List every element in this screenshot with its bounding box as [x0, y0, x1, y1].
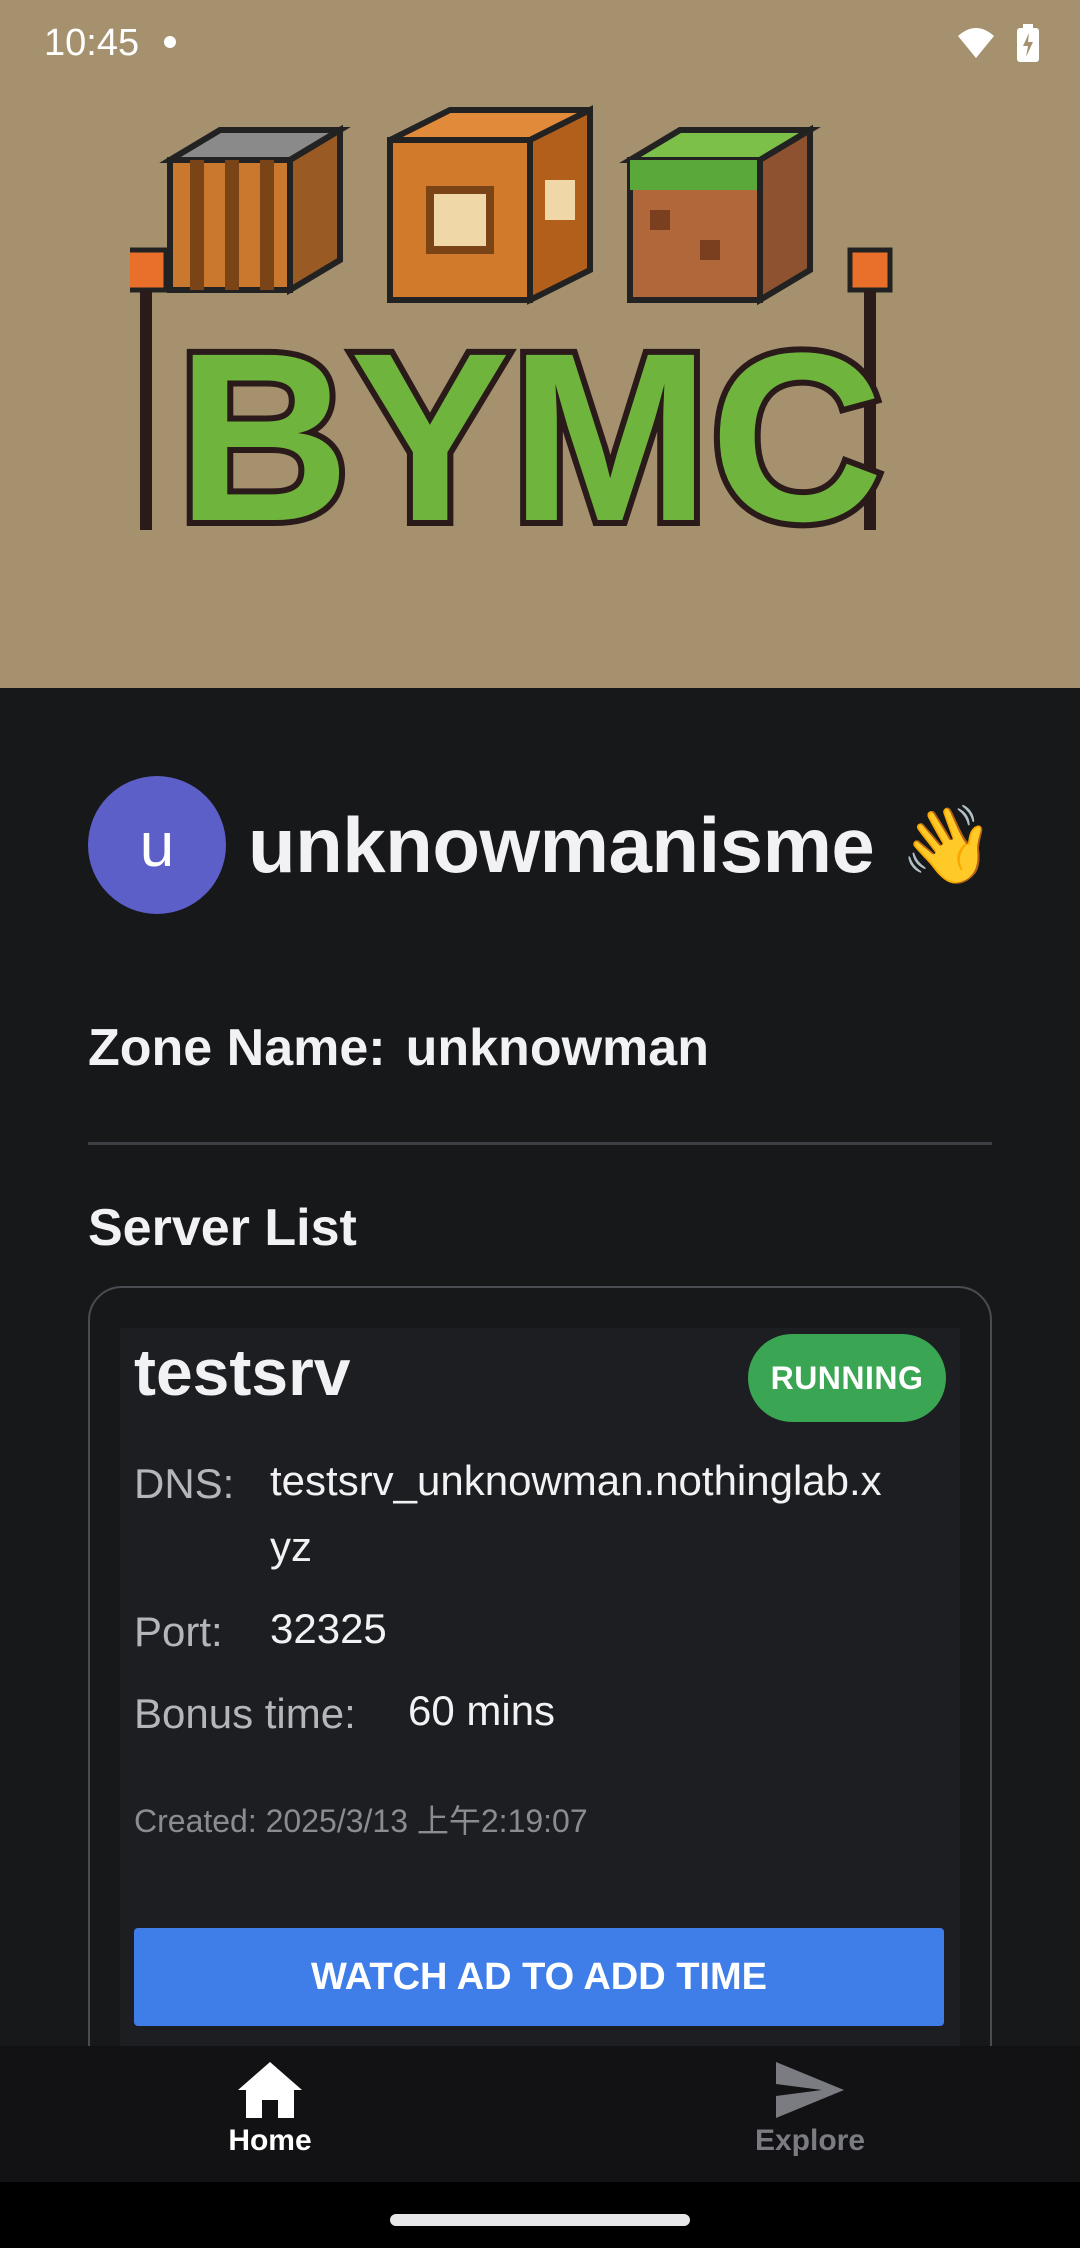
send-icon [776, 2062, 844, 2118]
zone-label: Zone Name: [88, 1019, 386, 1077]
bottom-nav: Home Explore [0, 2046, 1080, 2182]
port-value: 32325 [270, 1605, 387, 1652]
port-label: Port: [134, 1608, 223, 1655]
zone-value: unknowman [405, 1019, 709, 1077]
wood-block-icon [387, 105, 593, 305]
user-header: u unknowmanisme 👋 [88, 776, 995, 914]
server-card: testsrv RUNNING DNS: testsrv_unknowman.n… [88, 1286, 992, 2046]
status-icons [956, 24, 1040, 62]
watch-ad-button[interactable]: WATCH AD TO ADD TIME [134, 1928, 944, 2026]
status-badge: RUNNING [748, 1334, 946, 1422]
status-bar: 10:45 [0, 0, 1080, 86]
username: unknowmanisme [248, 800, 875, 889]
grass-block-icon [619, 124, 821, 306]
zone-name: Zone Name: unknowman [88, 1018, 709, 1078]
notification-dot-icon [164, 36, 176, 48]
created-timestamp: Created: 2025/3/13 上午2:19:07 [134, 1803, 588, 1839]
server-item: testsrv RUNNING DNS: testsrv_unknowman.n… [120, 1328, 960, 2046]
dns-value-line2: yz [270, 1523, 312, 1570]
crate-block-icon [159, 124, 351, 296]
dns-label: DNS: [134, 1460, 235, 1507]
bymc-logo: BYMC [130, 105, 893, 577]
avatar[interactable]: u [88, 776, 226, 914]
nav-label-explore: Explore [754, 2124, 866, 2157]
bonus-time-label: Bonus time: [134, 1690, 356, 1737]
gesture-area [0, 2182, 1080, 2248]
bonus-time-value: 60 mins [408, 1687, 556, 1734]
nav-item-explore[interactable]: Explore [690, 2060, 930, 2172]
wave-emoji-icon: 👋 [900, 803, 995, 888]
dns-value: testsrv_unknowman.nothinglab.x yz [270, 1448, 882, 1580]
torch-left-icon [130, 247, 169, 530]
status-time: 10:45 [44, 22, 140, 64]
header-banner: 10:45 BYMC [0, 0, 1080, 688]
divider [88, 1142, 992, 1145]
server-list-title: Server List [88, 1199, 357, 1257]
main-content: u unknowmanisme 👋 Zone Name: unknowman Se… [0, 688, 1080, 2046]
server-name: testsrv [134, 1335, 351, 1409]
home-icon [238, 2062, 302, 2118]
svg-text:BYMC: BYMC [177, 303, 884, 571]
battery-icon [1017, 24, 1039, 62]
dns-value-line1: testsrv_unknowman.nothinglab.x [270, 1457, 882, 1504]
home-gesture-bar[interactable] [390, 2214, 690, 2226]
nav-label-home: Home [228, 2124, 312, 2157]
wifi-icon [958, 28, 994, 58]
nav-item-home[interactable]: Home [150, 2060, 390, 2172]
